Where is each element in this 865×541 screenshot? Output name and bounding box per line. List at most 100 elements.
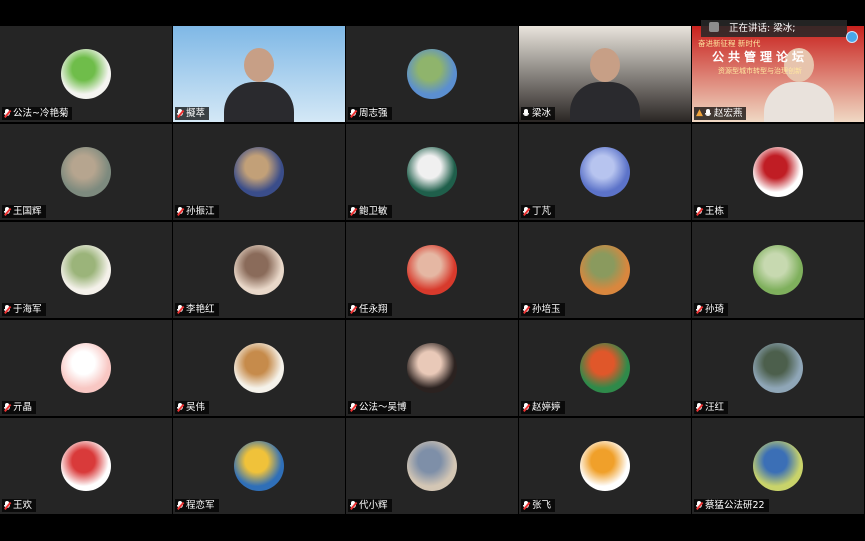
participant-tile[interactable]: 孙琦 <box>692 222 864 318</box>
participant-name-label: 亓晶 <box>2 401 37 414</box>
microphone-muted-icon <box>350 501 356 510</box>
participant-name: 鲍卫敏 <box>359 206 388 217</box>
participant-name-label: 丁芃 <box>521 205 556 218</box>
participant-tile[interactable]: 张飞 <box>519 418 691 514</box>
speaker-icon <box>709 22 719 32</box>
participant-tile[interactable]: 蔡猛公法研22 <box>692 418 864 514</box>
microphone-muted-icon <box>350 305 356 314</box>
microphone-muted-icon <box>350 403 356 412</box>
participant-tile[interactable]: 孙培玉 <box>519 222 691 318</box>
avatar <box>234 441 284 491</box>
participant-name: 王国辉 <box>13 206 42 217</box>
microphone-muted-icon <box>4 305 10 314</box>
participant-name: 汪红 <box>705 402 725 413</box>
participant-name-label: 于海军 <box>2 303 46 316</box>
participant-name-label: 公法～吴博 <box>348 401 411 414</box>
participant-tile[interactable]: 奋进新征程 新时代 公共管理论坛 资源型城市转型与治理创新 ▲ 赵宏燕 <box>692 26 864 122</box>
avatar <box>407 49 457 99</box>
participant-name-label: 王栋 <box>694 205 729 218</box>
participant-tile[interactable]: 孙振江 <box>173 124 345 220</box>
participant-name-label: 赵婷婷 <box>521 401 565 414</box>
avatar <box>407 441 457 491</box>
person-silhouette <box>244 48 274 82</box>
participant-name: 公法～吴博 <box>359 402 407 413</box>
participant-name-label: 李艳红 <box>175 303 219 316</box>
participant-tile[interactable]: 擬萃 <box>173 26 345 122</box>
microphone-muted-icon <box>523 207 529 216</box>
participant-name: 亓晶 <box>13 402 33 413</box>
participant-tile[interactable]: 李艳红 <box>173 222 345 318</box>
participant-name-label: 任永翔 <box>348 303 392 316</box>
security-shield-icon[interactable] <box>846 31 858 43</box>
participant-name: 孙振江 <box>186 206 215 217</box>
participant-name: 孙培玉 <box>532 304 561 315</box>
participant-name: 赵宏燕 <box>713 108 743 119</box>
avatar <box>753 343 803 393</box>
microphone-muted-icon <box>523 305 529 314</box>
participant-name: 任永翔 <box>359 304 388 315</box>
microphone-muted-icon <box>350 109 356 118</box>
participant-name: 孙琦 <box>705 304 725 315</box>
microphone-muted-icon <box>696 305 702 314</box>
speaking-text: 正在讲话: 梁冰; <box>729 23 796 34</box>
participant-name-label: 代小辉 <box>348 499 392 512</box>
banner-line-3: 资源型城市转型与治理创新 <box>718 67 802 75</box>
avatar <box>407 245 457 295</box>
microphone-muted-icon <box>350 207 356 216</box>
person-silhouette <box>590 48 620 82</box>
participant-tile[interactable]: 梁冰 <box>519 26 691 122</box>
participant-tile[interactable]: 赵婷婷 <box>519 320 691 416</box>
participant-tile[interactable]: 王栋 <box>692 124 864 220</box>
participant-name-label: 周志强 <box>348 107 392 120</box>
speaking-indicator: 正在讲话: 梁冰; <box>701 20 847 37</box>
avatar <box>407 147 457 197</box>
avatar <box>580 343 630 393</box>
participant-name-label: 王欢 <box>2 499 37 512</box>
participant-tile[interactable]: 鲍卫敏 <box>346 124 518 220</box>
participant-tile[interactable]: 王欢 <box>0 418 172 514</box>
participant-tile[interactable]: 于海军 <box>0 222 172 318</box>
participant-tile[interactable]: 程恋军 <box>173 418 345 514</box>
microphone-muted-icon <box>177 207 183 216</box>
microphone-muted-icon <box>177 403 183 412</box>
host-icon: ▲ <box>696 108 703 118</box>
avatar <box>61 147 111 197</box>
participant-tile[interactable]: 公法~冷艳菊 <box>0 26 172 122</box>
participant-name-label: 梁冰 <box>521 107 556 120</box>
participant-tile[interactable]: 亓晶 <box>0 320 172 416</box>
participant-tile[interactable]: 周志强 <box>346 26 518 122</box>
person-body <box>570 82 640 122</box>
participant-name: 张飞 <box>532 500 552 511</box>
participant-name: 梁冰 <box>532 108 552 119</box>
avatar <box>753 245 803 295</box>
participant-name: 代小辉 <box>359 500 388 511</box>
participant-tile[interactable]: 汪红 <box>692 320 864 416</box>
participant-name-label: 张飞 <box>521 499 556 512</box>
participant-name: 周志强 <box>359 108 388 119</box>
participant-name-label: 蔡猛公法研22 <box>694 499 769 512</box>
participant-name-label: 孙培玉 <box>521 303 565 316</box>
participant-name-label: 公法~冷艳菊 <box>2 107 73 120</box>
participant-name-label: 鲍卫敏 <box>348 205 392 218</box>
participant-tile[interactable]: 公法～吴博 <box>346 320 518 416</box>
avatar <box>61 441 111 491</box>
participant-tile[interactable]: 吴伟 <box>173 320 345 416</box>
participant-tile[interactable]: 王国辉 <box>0 124 172 220</box>
microphone-muted-icon <box>696 403 702 412</box>
participant-name: 吴伟 <box>186 402 206 413</box>
participant-tile[interactable]: 丁芃 <box>519 124 691 220</box>
participant-name: 丁芃 <box>532 206 552 217</box>
participant-name: 王欢 <box>13 500 33 511</box>
participant-name: 蔡猛公法研22 <box>705 500 765 511</box>
avatar <box>407 343 457 393</box>
avatar <box>580 245 630 295</box>
avatar <box>61 245 111 295</box>
microphone-muted-icon <box>4 109 10 118</box>
participant-name: 擬萃 <box>186 108 206 119</box>
microphone-muted-icon <box>523 403 529 412</box>
microphone-muted-icon <box>523 501 529 510</box>
participant-tile[interactable]: 任永翔 <box>346 222 518 318</box>
microphone-muted-icon <box>177 501 183 510</box>
participant-tile[interactable]: 代小辉 <box>346 418 518 514</box>
participant-name-label: 擬萃 <box>175 107 210 120</box>
